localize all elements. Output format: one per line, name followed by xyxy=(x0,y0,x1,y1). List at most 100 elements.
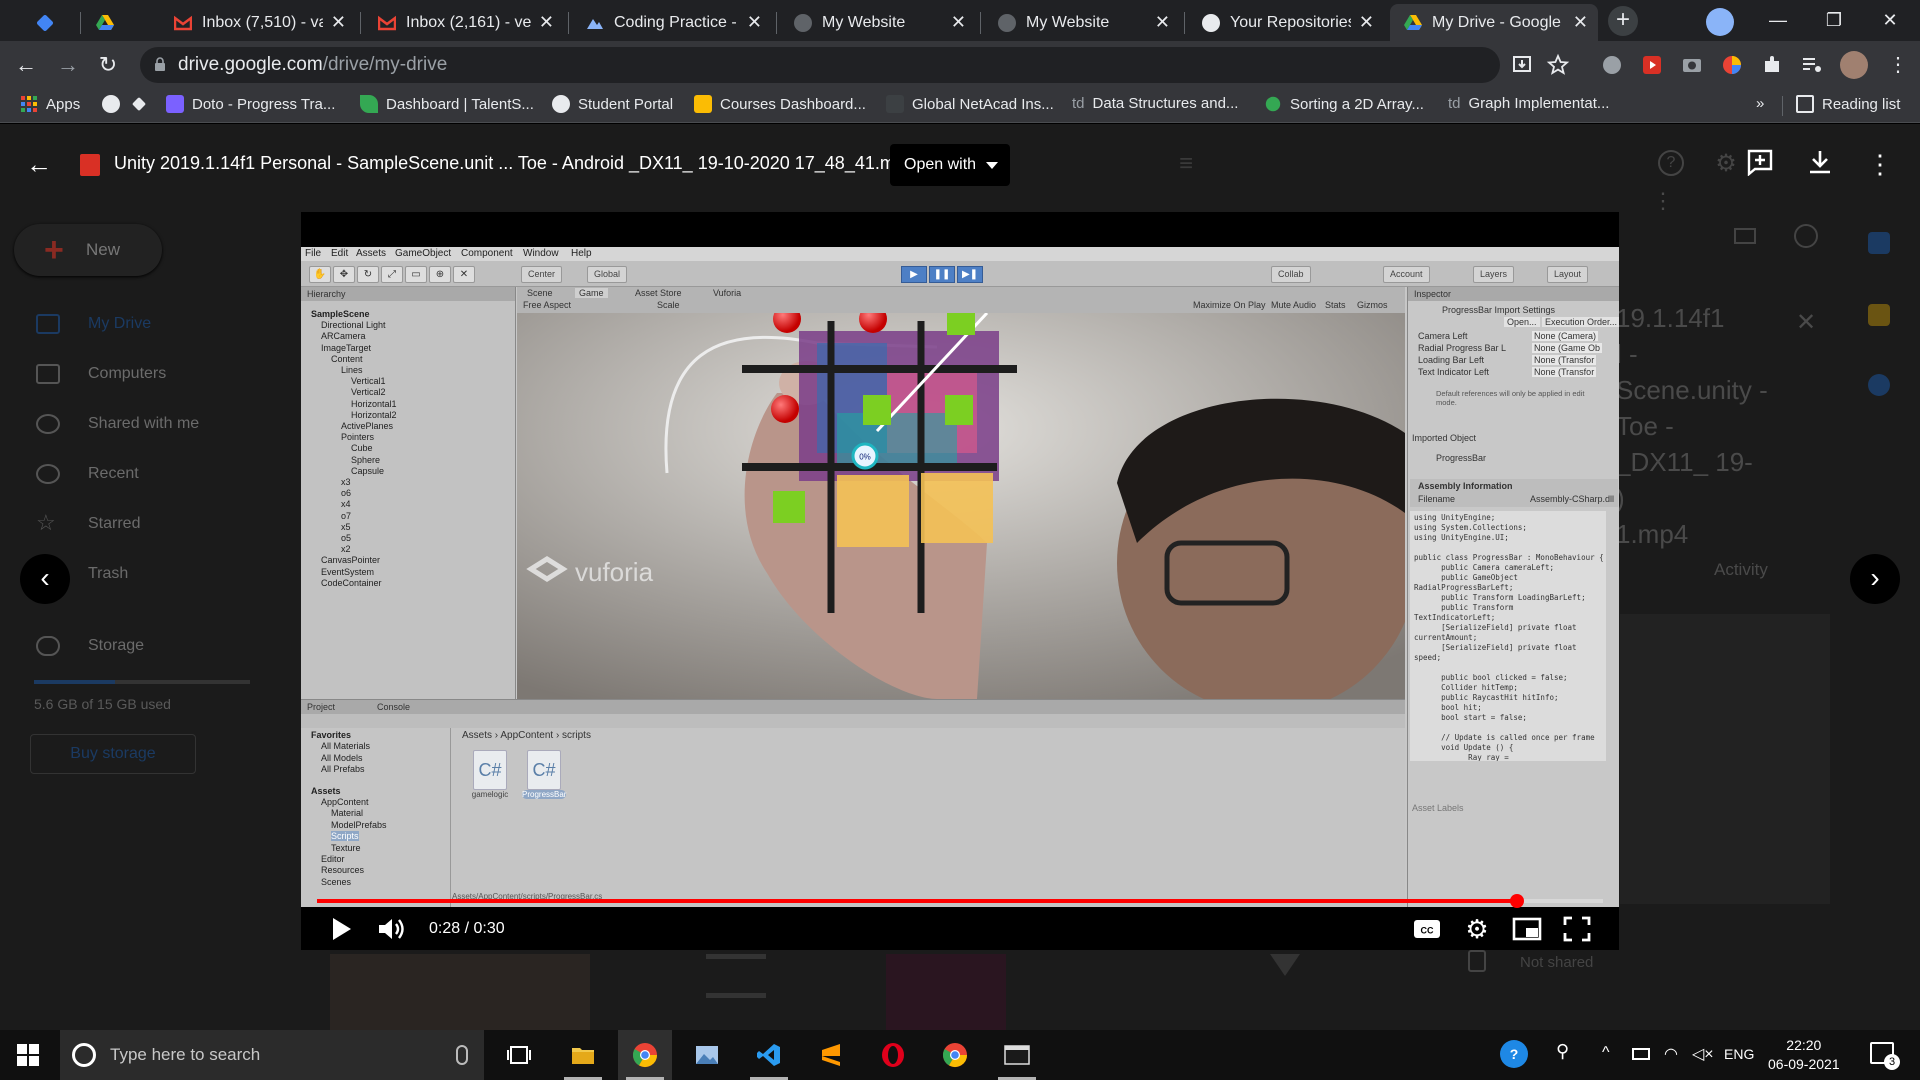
next-file-button[interactable]: › xyxy=(1850,554,1900,604)
sidebar-item-my-drive[interactable]: My Drive xyxy=(0,304,300,344)
back-arrow-icon[interactable]: ← xyxy=(10,49,42,81)
info-icon[interactable] xyxy=(1794,224,1818,248)
add-comment-icon[interactable] xyxy=(1746,148,1774,176)
minimize-icon[interactable]: — xyxy=(1750,0,1806,40)
tab-close-icon[interactable]: ✕ xyxy=(1573,12,1588,33)
task-view-button[interactable] xyxy=(492,1030,546,1080)
tab-activity[interactable]: Activity xyxy=(1714,560,1768,580)
taskbar-opera[interactable] xyxy=(866,1030,920,1080)
tab-pinned-1[interactable] xyxy=(22,4,78,41)
tab-my-website-2[interactable]: My Website ✕ xyxy=(984,4,1180,41)
extension-globe-icon[interactable] xyxy=(1600,53,1624,77)
media-control-icon[interactable] xyxy=(1800,53,1824,77)
wifi-icon[interactable]: ◠ xyxy=(1664,1044,1678,1064)
taskbar-chrome[interactable] xyxy=(618,1030,672,1080)
taskbar-photos[interactable] xyxy=(680,1030,734,1080)
sidebar-item-computers[interactable]: Computers xyxy=(0,354,300,394)
restore-icon[interactable]: ❐ xyxy=(1806,0,1862,40)
bookmark-doto[interactable]: Doto - Progress Tra... xyxy=(166,95,335,113)
tab-pinned-2[interactable] xyxy=(82,4,138,41)
bookmark-apps[interactable]: Apps xyxy=(20,95,80,113)
extensions-puzzle-icon[interactable] xyxy=(1760,53,1784,77)
settings-gear-icon[interactable]: ⚙ xyxy=(1712,150,1740,178)
file-thumbnail[interactable] xyxy=(886,954,1006,1030)
sidebar-item-starred[interactable]: ☆ Starred xyxy=(0,504,300,544)
extension-pdf-icon[interactable] xyxy=(1640,53,1664,77)
windows-start-icon[interactable] xyxy=(16,1043,40,1067)
details-close-icon[interactable]: ✕ xyxy=(1796,308,1816,337)
battery-icon[interactable] xyxy=(1632,1048,1650,1060)
tasks-addon-icon[interactable] xyxy=(1868,374,1890,396)
video-player[interactable]: File Edit Assets GameObject Component Wi… xyxy=(301,212,1619,950)
calendar-addon-icon[interactable] xyxy=(1868,232,1890,254)
reading-list-button[interactable]: Reading list xyxy=(1796,95,1900,113)
tab-close-icon[interactable]: ✕ xyxy=(1359,12,1374,33)
bookmarks-overflow[interactable]: » xyxy=(1756,95,1764,112)
tab-search-icon[interactable] xyxy=(1706,8,1734,36)
play-icon[interactable] xyxy=(325,914,357,944)
bookmark-netacad[interactable]: Global NetAcad Ins... xyxy=(886,95,1054,113)
tab-close-icon[interactable]: ✕ xyxy=(747,12,762,33)
video-scrubber-handle[interactable] xyxy=(1509,894,1524,908)
tab-close-icon[interactable]: ✕ xyxy=(951,12,966,33)
taskbar-chrome-2[interactable] xyxy=(928,1030,982,1080)
bookmark-sorting[interactable]: Sorting a 2D Array... xyxy=(1264,95,1424,113)
file-thumbnail[interactable] xyxy=(330,954,590,1030)
back-arrow-icon[interactable]: ← xyxy=(26,150,54,178)
help-icon[interactable]: ? xyxy=(1658,150,1684,176)
bookmark-talent[interactable]: Dashboard | TalentS... xyxy=(360,95,534,113)
reload-icon[interactable]: ↻ xyxy=(92,49,124,81)
tab-gmail-1[interactable]: Inbox (7,510) - vati ✕ xyxy=(160,4,356,41)
new-button[interactable]: + New xyxy=(14,224,162,276)
tab-coding-practice[interactable]: Coding Practice - l ✕ xyxy=(572,4,772,41)
tab-github[interactable]: Your Repositories ✕ xyxy=(1188,4,1384,41)
list-view-icon[interactable] xyxy=(1734,228,1756,244)
extension-camera-icon[interactable] xyxy=(1680,53,1704,77)
people-icon[interactable]: ⚲ xyxy=(1556,1041,1569,1062)
bookmark-graph[interactable]: td Graph Implementat... xyxy=(1448,95,1609,112)
tab-my-website-1[interactable]: My Website ✕ xyxy=(780,4,976,41)
download-icon[interactable] xyxy=(1806,148,1834,176)
buy-storage-button[interactable]: Buy storage xyxy=(30,734,196,774)
install-app-icon[interactable] xyxy=(1510,53,1534,77)
close-window-icon[interactable]: ✕ xyxy=(1862,0,1918,40)
volume-muted-icon[interactable]: ◁× xyxy=(1692,1044,1714,1064)
taskbar-terminal[interactable] xyxy=(990,1030,1044,1080)
tab-close-icon[interactable]: ✕ xyxy=(331,12,346,33)
bookmark-star-icon[interactable] xyxy=(1546,53,1570,77)
miniplayer-icon[interactable] xyxy=(1511,914,1543,944)
chevron-up-icon[interactable]: ^ xyxy=(1602,1044,1610,1062)
settings-gear-icon[interactable]: ⚙ xyxy=(1461,914,1493,944)
taskbar-vscode[interactable] xyxy=(742,1030,796,1080)
forward-arrow-icon[interactable]: → xyxy=(52,49,84,81)
bookmark-diamond[interactable] xyxy=(130,95,156,113)
more-actions-icon[interactable]: ⋮ xyxy=(1866,150,1894,178)
sidebar-item-storage[interactable]: Storage xyxy=(0,626,300,666)
language-indicator[interactable]: ENG xyxy=(1724,1046,1754,1062)
volume-icon[interactable] xyxy=(375,914,407,944)
open-with-button[interactable]: Open with xyxy=(890,144,1010,186)
tab-gmail-2[interactable]: Inbox (2,161) - ved ✕ xyxy=(364,4,564,41)
captions-icon[interactable]: CC xyxy=(1411,914,1443,944)
keep-addon-icon[interactable] xyxy=(1868,304,1890,326)
tab-close-icon[interactable]: ✕ xyxy=(539,12,554,33)
taskbar-file-explorer[interactable] xyxy=(556,1030,610,1080)
bookmark-globe[interactable] xyxy=(102,95,128,113)
video-progress-bar[interactable] xyxy=(317,894,1603,908)
taskbar-sublime[interactable] xyxy=(804,1030,858,1080)
fullscreen-icon[interactable] xyxy=(1561,914,1593,944)
new-tab-button[interactable]: + xyxy=(1608,6,1638,36)
help-tray-icon[interactable]: ? xyxy=(1500,1040,1528,1068)
taskbar-search[interactable]: Type here to search xyxy=(60,1030,484,1080)
tab-close-icon[interactable]: ✕ xyxy=(1155,12,1170,33)
bookmark-courses[interactable]: Courses Dashboard... xyxy=(694,95,866,113)
address-bar[interactable]: drive.google.com/drive/my-drive xyxy=(140,47,1570,83)
clock[interactable]: 22:20 06-09-2021 xyxy=(1768,1036,1840,1074)
bookmark-student-portal[interactable]: Student Portal xyxy=(552,95,673,113)
tab-my-drive[interactable]: My Drive - Google ✕ xyxy=(1390,4,1598,41)
microphone-icon[interactable] xyxy=(456,1045,468,1065)
chrome-menu-icon[interactable]: ⋮ xyxy=(1882,49,1914,81)
profile-avatar[interactable] xyxy=(1840,51,1868,79)
sidebar-item-recent[interactable]: Recent xyxy=(0,454,300,494)
previous-file-button[interactable]: ‹ xyxy=(20,554,70,604)
